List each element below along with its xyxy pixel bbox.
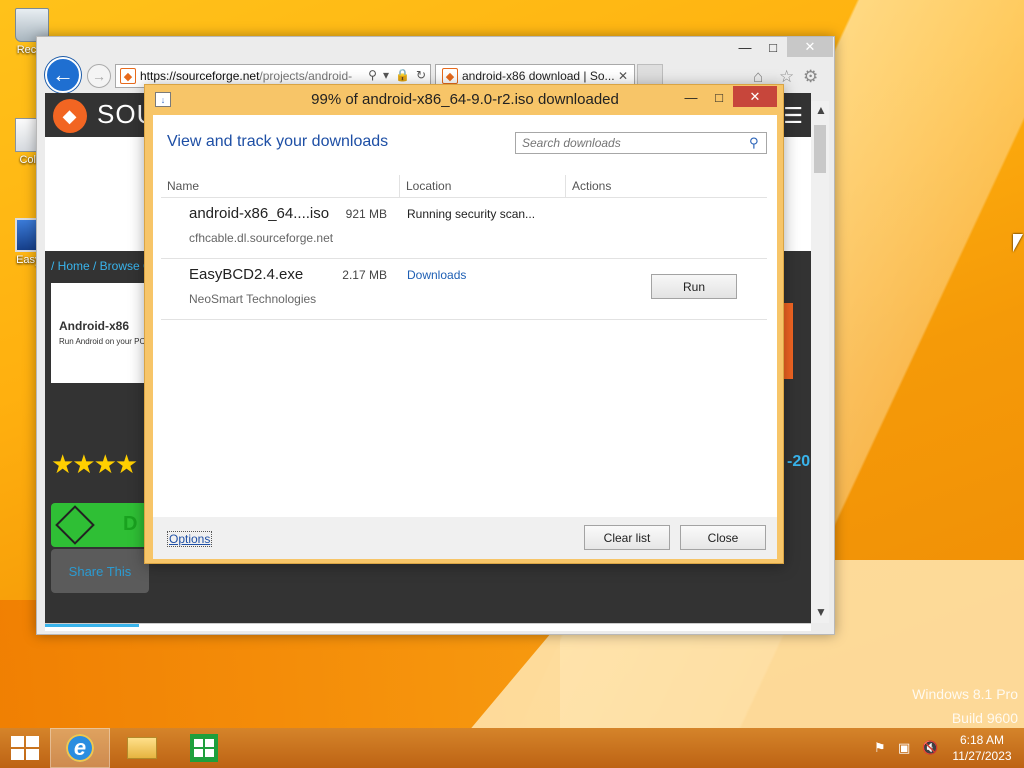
forward-button[interactable]: → — [87, 64, 111, 88]
dialog-maximize-button[interactable]: □ — [709, 87, 729, 107]
os-watermark-build: Build 9600 — [951, 710, 1018, 726]
download-manager-dialog: ↓ 99% of android-x86_64-9.0-r2.iso downl… — [144, 84, 784, 564]
download-location-link[interactable]: Downloads — [407, 268, 466, 282]
page-bottom-strip — [45, 623, 811, 631]
maximize-button[interactable]: □ — [759, 37, 787, 57]
share-button[interactable]: Share This — [51, 549, 149, 593]
chevron-up-icon[interactable]: ▲ — [815, 103, 827, 117]
search-icon[interactable]: ⚲ — [368, 68, 377, 82]
download-button-label: D — [123, 513, 138, 535]
project-tagline: Run Android on your PC — [59, 337, 146, 346]
rating-stars: ★★★★ — [51, 449, 138, 479]
column-header-name[interactable]: Name — [161, 175, 399, 197]
sourceforge-badge-icon — [55, 505, 95, 545]
arrow-left-icon: ← — [52, 62, 74, 87]
minimize-button[interactable]: — — [731, 37, 759, 57]
download-source: NeoSmart Technologies — [189, 292, 317, 306]
os-watermark-edition: Windows 8.1 Pro — [912, 686, 1018, 702]
refresh-icon[interactable]: ↻ — [416, 68, 426, 82]
downloads-panel: View and track your downloads ⚲ Name Loc… — [153, 115, 777, 517]
search-icon[interactable]: ⚲ — [749, 135, 759, 151]
page-scrollbar[interactable]: ▲ ▼ — [811, 101, 829, 623]
tab-title: android-x86 download | So... — [462, 69, 615, 83]
clock-time: 6:18 AM — [959, 733, 1005, 747]
menu-icon[interactable]: ☰ — [783, 103, 803, 129]
download-source: cfhcable.dl.sourceforge.net — [189, 231, 334, 245]
date-fragment: -20 — [787, 453, 811, 470]
dropdown-icon[interactable]: ▾ — [383, 68, 389, 82]
dialog-minimize-button[interactable]: — — [681, 87, 701, 107]
scrollbar-thumb[interactable] — [814, 125, 826, 173]
options-link[interactable]: Options — [167, 531, 213, 547]
download-file-size: 2.17 MB — [342, 268, 387, 282]
sourceforge-favicon-icon: ◆ — [442, 68, 458, 84]
download-item[interactable]: EasyBCD2.4.exe 2.17 MB NeoSmart Technolo… — [161, 260, 767, 320]
dialog-footer: Options Clear list Close — [153, 517, 777, 559]
sourceforge-favicon-icon: ◆ — [120, 68, 136, 84]
project-card: Android-x86 Run Android on your PC — [51, 283, 151, 383]
address-path: /projects/android- — [259, 69, 353, 83]
action-center-flag-icon[interactable]: ⚑ — [874, 740, 886, 756]
taskbar: e ⚑ ▣ 🔇 6:18 AM 11/27/2023 — [0, 728, 1024, 768]
clear-list-button[interactable]: Clear list — [584, 525, 670, 550]
close-button[interactable]: Close — [680, 525, 766, 550]
download-item[interactable]: android-x86_64....iso 921 MB cfhcable.dl… — [161, 199, 767, 259]
address-tools: ⚲ ▾ 🔒 ↻ — [368, 68, 426, 82]
settings-gear-icon[interactable]: ⚙ — [803, 67, 818, 87]
tab-close-icon[interactable]: ✕ — [618, 69, 628, 83]
download-file-name: EasyBCD2.4.exe — [189, 266, 304, 283]
store-icon — [190, 734, 218, 762]
volume-muted-icon[interactable]: 🔇 — [922, 740, 938, 756]
taskbar-file-explorer[interactable] — [112, 728, 172, 768]
breadcrumb[interactable]: / Home / Browse C — [51, 259, 152, 273]
windows-logo-icon — [11, 736, 24, 747]
download-file-size: 921 MB — [345, 207, 387, 221]
divider — [161, 197, 767, 198]
folder-icon — [127, 737, 157, 759]
loading-indicator — [45, 624, 139, 627]
system-clock[interactable]: 6:18 AM 11/27/2023 — [944, 732, 1020, 764]
dialog-close-button[interactable]: ✕ — [733, 86, 777, 107]
taskbar-internet-explorer[interactable]: e — [50, 728, 110, 768]
search-downloads-input[interactable] — [515, 132, 767, 154]
mouse-cursor-icon — [1013, 234, 1023, 252]
arrow-right-icon: → — [92, 68, 106, 84]
clock-date: 11/27/2023 — [952, 749, 1012, 763]
download-file-name: android-x86_64....iso — [189, 205, 330, 222]
taskbar-store[interactable] — [174, 728, 234, 768]
run-button[interactable]: Run — [651, 274, 737, 299]
browser-close-button[interactable]: ✕ — [787, 37, 833, 57]
column-header-location[interactable]: Location — [399, 175, 565, 197]
network-icon[interactable]: ▣ — [898, 740, 910, 756]
column-header-actions[interactable]: Actions — [565, 175, 765, 197]
internet-explorer-icon: e — [66, 734, 94, 762]
start-button[interactable] — [8, 735, 40, 761]
chevron-down-icon[interactable]: ▼ — [815, 605, 827, 619]
project-name: Android-x86 — [59, 319, 130, 333]
downloads-heading: View and track your downloads — [167, 133, 389, 150]
download-status: Running security scan... — [407, 207, 536, 221]
sourceforge-logo-icon[interactable]: ◆ — [45, 93, 95, 141]
back-button[interactable]: ← — [45, 57, 81, 93]
lock-icon[interactable]: 🔒 — [395, 68, 410, 82]
address-host: https://sourceforge.net — [140, 69, 260, 83]
